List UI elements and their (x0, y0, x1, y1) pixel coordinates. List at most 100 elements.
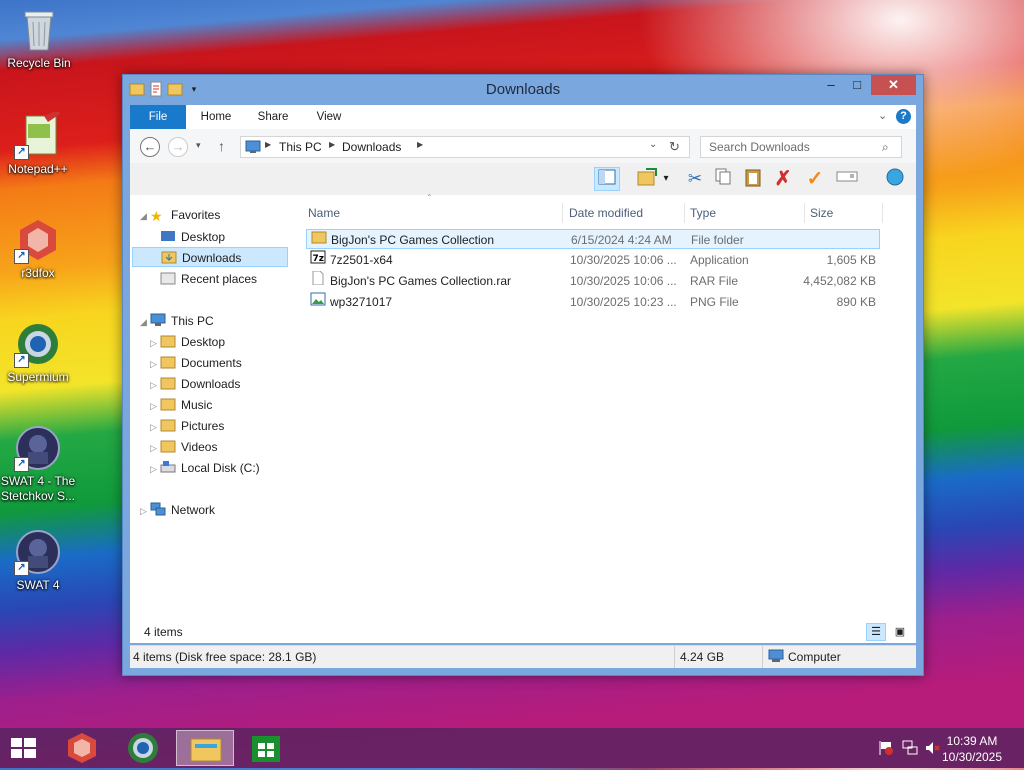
start-button[interactable] (0, 730, 48, 766)
breadcrumb-this-pc[interactable]: This PC (279, 140, 322, 154)
nav-thispc-downloads[interactable]: ▷ Downloads (150, 374, 240, 394)
column-separator[interactable] (684, 203, 685, 223)
collapsed-arrow-icon[interactable]: ▷ (150, 459, 160, 479)
preview-pane-button[interactable] (594, 167, 620, 191)
rename-field-icon[interactable] (834, 167, 860, 191)
collapsed-arrow-icon[interactable]: ▷ (150, 354, 160, 374)
collapsed-arrow-icon[interactable]: ▷ (150, 417, 160, 437)
nav-network[interactable]: ▷ Network (140, 500, 215, 520)
nav-thispc-pictures[interactable]: ▷ Pictures (150, 416, 224, 436)
breadcrumb-downloads[interactable]: Downloads (342, 140, 401, 154)
back-button[interactable]: ← (140, 137, 160, 157)
action-center-flag-icon[interactable] (878, 740, 894, 759)
taskbar-supermium[interactable] (115, 730, 171, 766)
nav-thispc-documents[interactable]: ▷ Documents (150, 353, 242, 373)
address-bar[interactable]: ▶ This PC ▶ Downloads ▶ ⌄ ↻ (240, 136, 690, 158)
window-title: Downloads (485, 81, 561, 98)
nav-favorites-desktop[interactable]: Desktop (160, 227, 225, 247)
nav-favorites-recent[interactable]: Recent places (160, 269, 257, 289)
nav-this-pc[interactable]: ◢ This PC (140, 311, 214, 331)
folder-options-button[interactable] (634, 167, 660, 191)
breadcrumb-separator-icon: ▶ (329, 140, 336, 149)
desktop-icon-supermium[interactable]: ↗ Supermium (0, 320, 76, 385)
chevron-down-icon[interactable]: ⌄ (878, 109, 887, 122)
nav-favorites[interactable]: ◢ ★ Favorites (140, 205, 220, 225)
file-row[interactable]: 7z 7z2501-x64 10/30/2025 10:06 ... Appli… (306, 250, 880, 270)
file-row[interactable]: wp3271017 10/30/2025 10:23 ... PNG File … (306, 292, 880, 312)
minimize-button[interactable]: – (819, 75, 843, 95)
column-header-name[interactable]: Name (308, 203, 340, 223)
desktop-icon-r3dfox[interactable]: ↗ r3dfox (0, 216, 76, 281)
delete-icon[interactable]: ✗ (770, 167, 796, 191)
collapsed-arrow-icon[interactable]: ▷ (150, 333, 160, 353)
navigation-bar: ← → ▾ ↑ ▶ This PC ▶ Downloads ▶ ⌄ ↻ Sear… (130, 129, 916, 163)
expanded-arrow-icon[interactable]: ◢ (140, 312, 150, 332)
collapsed-arrow-icon[interactable]: ▷ (140, 501, 150, 521)
desktop-icon-swat4[interactable]: ↗ SWAT 4 (0, 528, 76, 593)
chevron-down-icon[interactable]: ⌄ (649, 139, 657, 150)
column-separator[interactable] (882, 203, 883, 223)
navigation-pane: ◢ ★ Favorites Desktop Downloads Recent pla… (130, 195, 288, 641)
column-header-date[interactable]: Date modified (569, 203, 643, 223)
folder-icon (160, 418, 176, 432)
tab-file[interactable]: File (130, 105, 186, 129)
paste-icon[interactable] (740, 167, 766, 191)
collapsed-arrow-icon[interactable]: ▷ (150, 396, 160, 416)
nav-thispc-desktop[interactable]: ▷ Desktop (150, 332, 225, 352)
nav-thispc-local-disk[interactable]: ▷ Local Disk (C:) (150, 458, 260, 478)
file-type: File folder (691, 233, 744, 247)
nav-label: Favorites (171, 208, 221, 222)
desktop-icon (160, 229, 176, 243)
nav-label: Music (181, 398, 213, 412)
nav-thispc-music[interactable]: ▷ Music (150, 395, 212, 415)
copy-icon[interactable] (710, 167, 736, 191)
status-location: Computer (788, 650, 841, 664)
column-header-type[interactable]: Type (690, 203, 716, 223)
refresh-icon[interactable]: ↻ (669, 139, 680, 155)
status-size: 4.24 GB (680, 650, 725, 664)
expanded-arrow-icon[interactable]: ◢ (140, 206, 150, 226)
title-bar[interactable]: ▾ Downloads – □ ✕ (123, 75, 923, 105)
rename-check-icon[interactable]: ✓ (802, 167, 828, 191)
help-icon[interactable]: ? (896, 109, 911, 124)
details-view-icon[interactable]: ☰ (866, 623, 886, 641)
close-button[interactable]: ✕ (871, 75, 916, 95)
forward-button[interactable]: → (168, 137, 188, 157)
chevron-down-icon[interactable]: ▾ (660, 167, 672, 191)
maximize-button[interactable]: □ (845, 75, 869, 95)
tab-home[interactable]: Home (192, 105, 240, 129)
file-row[interactable]: BigJon's PC Games Collection.rar 10/30/2… (306, 270, 880, 291)
column-separator[interactable] (804, 203, 805, 223)
clock[interactable]: 10:39 AM 10/30/2025 (932, 733, 1012, 765)
file-row[interactable]: BigJon's PC Games Collection 6/15/2024 4… (306, 229, 880, 249)
explorer-window[interactable]: ▾ Downloads – □ ✕ File Home Share View ⌄… (122, 74, 924, 676)
desktop-icon-recycle-bin[interactable]: Recycle Bin (1, 6, 77, 71)
network-status-icon[interactable] (902, 740, 918, 759)
taskbar-file-explorer[interactable] (176, 730, 234, 766)
notepadpp-icon: ↗ (14, 110, 62, 160)
taskbar-r3dfox[interactable] (54, 730, 110, 766)
large-icons-view-icon[interactable]: ▣ (890, 623, 910, 641)
folder-icon (160, 376, 176, 390)
search-input[interactable]: Search Downloads (700, 136, 902, 158)
nav-label: Downloads (182, 251, 242, 265)
taskbar-store[interactable] (238, 730, 294, 766)
sharing-icon[interactable] (882, 167, 908, 191)
tab-share[interactable]: Share (248, 105, 298, 129)
up-arrow-icon[interactable]: ↑ (218, 138, 225, 154)
collapsed-arrow-icon[interactable]: ▷ (150, 438, 160, 458)
item-count: 4 items (144, 625, 183, 639)
desktop-icon-swat4-stetchkov[interactable]: ↗ SWAT 4 - The Stetchkov S... (0, 424, 76, 504)
tab-view[interactable]: View (306, 105, 352, 129)
collapsed-arrow-icon[interactable]: ▷ (150, 375, 160, 395)
nav-thispc-videos[interactable]: ▷ Videos (150, 437, 217, 457)
column-separator[interactable] (562, 203, 563, 223)
nav-favorites-downloads[interactable]: Downloads (132, 247, 288, 267)
file-icon (310, 270, 326, 286)
desktop-icon-label: SWAT 4 (16, 578, 60, 592)
cut-icon[interactable]: ✂ (682, 167, 708, 191)
nav-label: Desktop (181, 335, 226, 349)
recent-locations-icon[interactable]: ▾ (196, 140, 201, 151)
desktop-icon-notepadpp[interactable]: ↗ Notepad++ (0, 110, 76, 177)
column-header-size[interactable]: Size (810, 203, 833, 223)
